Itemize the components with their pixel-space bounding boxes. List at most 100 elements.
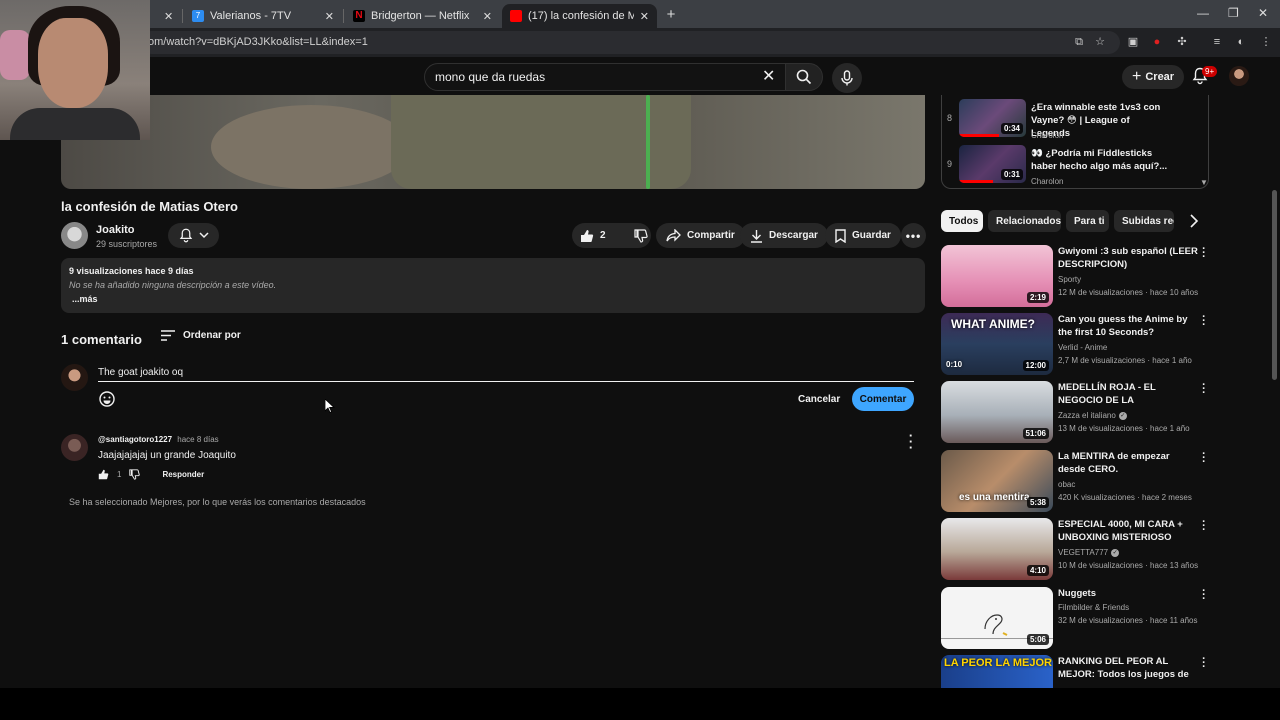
sort-by-button[interactable]: Ordenar por (161, 330, 241, 341)
playlist-index: 9 (947, 159, 953, 169)
playlist-item-title: 👀 ¿Podría mi Fiddlesticks haber hecho al… (1031, 148, 1168, 172)
extensions-puzzle-icon[interactable]: ✣ (1175, 35, 1189, 49)
install-app-icon[interactable]: ⧉ (1072, 35, 1086, 49)
dislike-button[interactable] (626, 223, 656, 248)
search-button[interactable] (785, 63, 823, 91)
share-label: Compartir (687, 230, 735, 241)
page-scrollbar[interactable] (1270, 95, 1278, 685)
chip-para-ti[interactable]: Para ti (1066, 210, 1109, 232)
playlist-item[interactable]: 8 0:34 ¿Era winnable este 1vs3 con Vayne… (942, 97, 1208, 140)
reply-button[interactable]: Responder (162, 470, 204, 479)
download-button[interactable]: Descargar (740, 223, 828, 248)
video-menu-icon[interactable]: · · · (1201, 449, 1207, 468)
bell-icon (179, 228, 192, 243)
sort-label: Ordenar por (183, 330, 241, 341)
duration: 51:06 (1022, 428, 1049, 439)
close-tab-icon[interactable]: ✕ (164, 10, 173, 23)
video-player[interactable] (61, 95, 925, 189)
playlist-panel: 8 0:34 ¿Era winnable este 1vs3 con Vayne… (941, 95, 1209, 189)
close-tab-icon[interactable]: ✕ (325, 10, 334, 23)
recommendation-item[interactable]: LA PEOR LA MEJOR RANKING DEL PEOR AL MEJ… (941, 655, 1213, 688)
video-meta: 32 M de visualizaciones · hace 11 años (1058, 616, 1198, 625)
chevron-right-icon[interactable] (1186, 213, 1202, 229)
comment-author[interactable]: @santiagotoro1227 (98, 435, 172, 444)
clear-search-icon[interactable]: ✕ (762, 66, 775, 86)
video-title: RANKING DEL PEOR AL MEJOR: Todos los jue… (1058, 656, 1189, 680)
subscription-notifications-button[interactable] (168, 223, 219, 248)
recommendation-item[interactable]: 51:06 MEDELLÍN ROJA - EL NEGOCIO DE LA P… (941, 380, 1213, 445)
video-thumbnail: 4:10 (941, 518, 1053, 580)
like-button[interactable]: 2 (572, 223, 614, 248)
opera-extension-icon[interactable]: ● (1150, 35, 1164, 49)
description-text: No se ha añadido ninguna descripción a e… (69, 280, 277, 290)
browser-tab-active[interactable]: (17) la confesión de Matias Otero ✕ (502, 4, 657, 28)
sort-icon (161, 330, 175, 341)
comment-menu-icon[interactable]: · · · (906, 429, 916, 454)
netflix-favicon-icon: N (353, 10, 365, 22)
share-icon (666, 229, 681, 242)
playlist-item-channel: Charolon (1031, 131, 1064, 140)
video-menu-icon[interactable]: · · · (1201, 586, 1207, 605)
chip-todos[interactable]: Todos (941, 210, 983, 232)
video-menu-icon[interactable]: · · · (1201, 380, 1207, 399)
video-meta: 13 M de visualizaciones · hace 1 año (1058, 424, 1190, 433)
microphone-icon (841, 70, 853, 86)
thumbnail-text: LA PEOR LA MEJOR (944, 657, 1052, 669)
url-field[interactable]: om/watch?v=dBKjAD3JKko&list=LL&index=1 (140, 31, 1120, 54)
save-button[interactable]: Guardar (825, 223, 901, 248)
channel-name: Verlid - Anime (1058, 343, 1108, 352)
chip-relacionados[interactable]: Relacionados (988, 210, 1061, 232)
close-tab-icon[interactable]: ✕ (483, 10, 492, 23)
channel-name[interactable]: Joakito (96, 224, 135, 236)
thumbs-up-icon[interactable] (98, 469, 109, 480)
playlist-scroll-down-icon[interactable]: ▼ (1200, 178, 1208, 187)
profile-icon[interactable]: ◐ (1234, 35, 1248, 49)
minimize-icon[interactable]: — (1197, 6, 1209, 20)
thumbnail-text: WHAT ANIME? (951, 317, 1035, 331)
share-button[interactable]: Compartir (656, 223, 745, 248)
video-menu-icon[interactable]: · · · (1201, 655, 1207, 673)
search-input[interactable]: mono que da ruedas (424, 63, 786, 91)
page-scrollbar-thumb[interactable] (1272, 190, 1277, 380)
account-avatar[interactable] (1229, 66, 1249, 86)
submit-comment-button[interactable]: Comentar (852, 387, 914, 411)
description-box[interactable]: 9 visualizaciones hace 9 días No se ha a… (61, 258, 925, 313)
new-tab-button[interactable]: + (662, 5, 680, 23)
extension-icon[interactable]: ▣ (1126, 35, 1140, 49)
show-more-link[interactable]: ...más (69, 294, 917, 304)
bookmark-star-icon[interactable]: ☆ (1093, 35, 1107, 49)
browser-tab[interactable]: ✕ (150, 4, 180, 28)
chip-subidas-recientes[interactable]: Subidas rec (1114, 210, 1174, 232)
commenter-avatar[interactable] (61, 434, 88, 461)
channel-name: Zazza el italiano (1058, 411, 1116, 420)
voice-search-button[interactable] (832, 63, 862, 93)
recommendation-item[interactable]: 2:19 Gwiyomi :3 sub español (LEER DESCRI… (941, 244, 1213, 309)
browser-tab[interactable]: N Bridgerton — Netflix ✕ (345, 4, 500, 28)
close-tab-icon[interactable]: ✕ (640, 10, 649, 23)
browser-menu-icon[interactable]: ⋮ (1259, 35, 1273, 49)
close-window-icon[interactable]: ✕ (1258, 6, 1268, 20)
channel-name: obac (1058, 480, 1076, 489)
duration: 0:31 (1000, 169, 1023, 180)
playlist-item[interactable]: 9 0:31 👀 ¿Podría mi Fiddlesticks haber h… (942, 143, 1208, 186)
video-menu-icon[interactable]: · · · (1201, 244, 1207, 263)
video-menu-icon[interactable]: · · · (1201, 517, 1207, 536)
recommendation-item[interactable]: es una mentira 5:38 La MENTIRA de empeza… (941, 449, 1213, 514)
video-menu-icon[interactable]: · · · (1201, 312, 1207, 331)
recommendation-item[interactable]: WHAT ANIME? 0:10 12:00 Can you guess the… (941, 312, 1213, 377)
recommendation-item[interactable]: 4:10 ESPECIAL 4000, MI CARA + UNBOXING M… (941, 517, 1213, 582)
comment-input[interactable] (98, 364, 914, 382)
emoji-icon[interactable] (98, 390, 116, 408)
maximize-icon[interactable]: ❐ (1228, 6, 1239, 20)
duration: 5:06 (1026, 634, 1049, 645)
more-actions-button[interactable]: ••• (901, 223, 926, 248)
cancel-button[interactable]: Cancelar (788, 388, 850, 410)
video-title: la confesión de Matias Otero (61, 199, 238, 214)
thumbs-down-icon[interactable] (129, 469, 141, 480)
browser-tab[interactable]: 7 Valerianos - 7TV ✕ (184, 4, 342, 28)
channel-avatar[interactable] (61, 222, 88, 249)
plus-icon: + (1132, 68, 1142, 85)
create-button[interactable]: + Crear (1122, 65, 1185, 89)
media-controls-icon[interactable]: ≡ (1210, 35, 1224, 49)
recommendation-item[interactable]: 5:06 Nuggets Filmbilder & Friends 32 M d… (941, 586, 1213, 651)
